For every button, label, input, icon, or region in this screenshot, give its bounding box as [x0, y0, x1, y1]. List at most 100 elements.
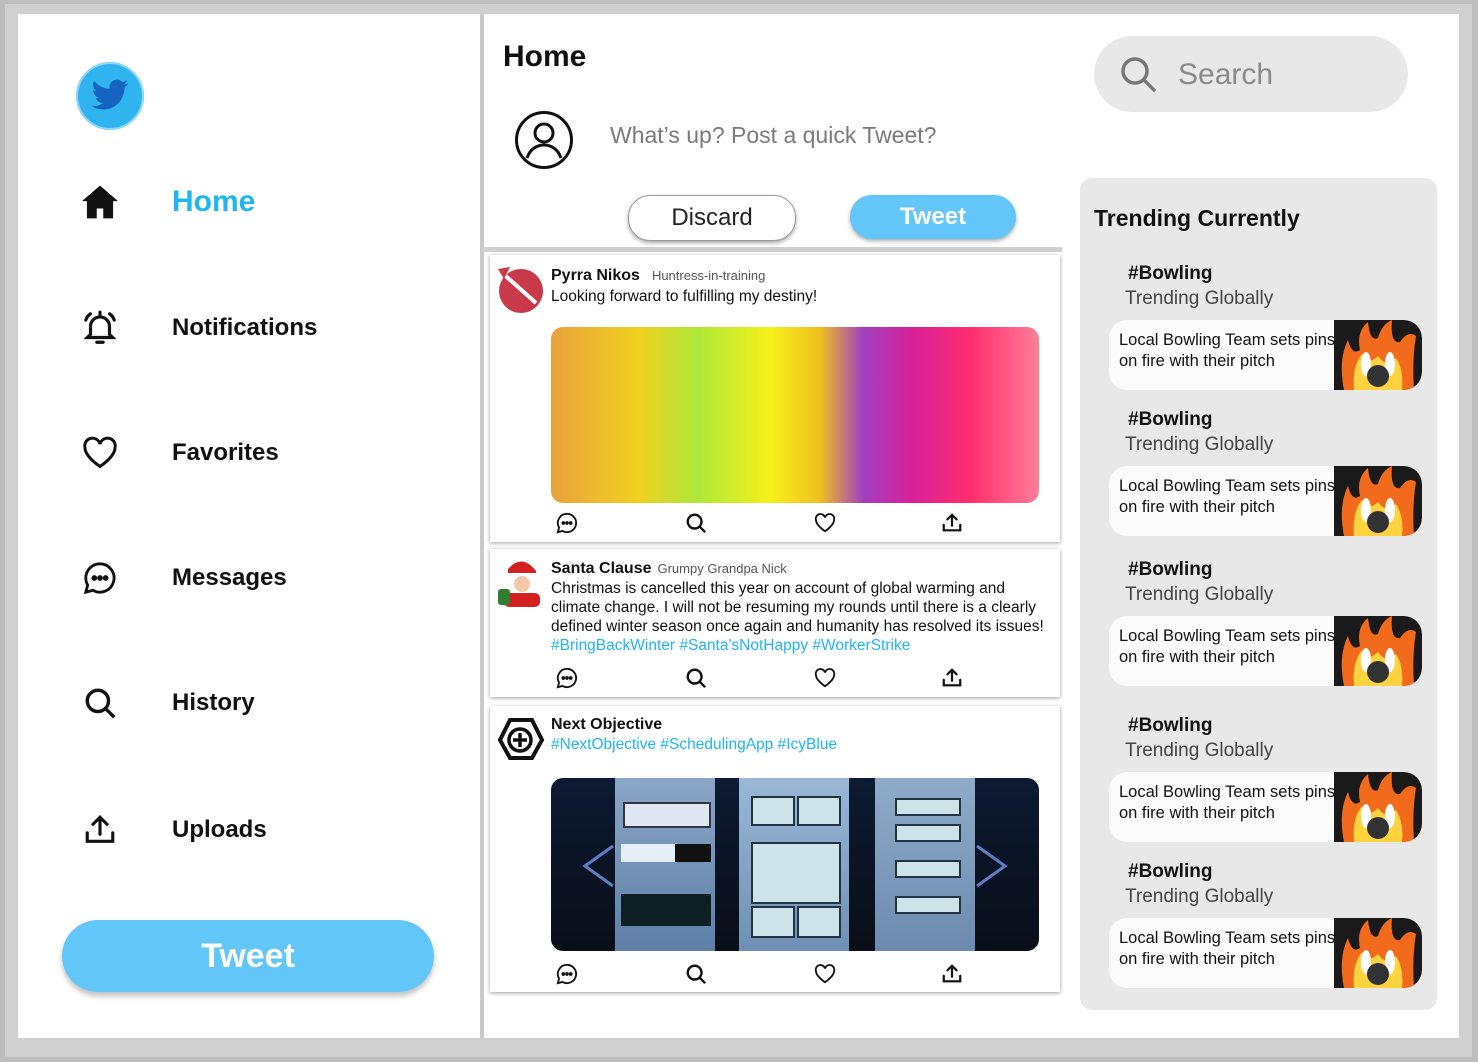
- app-card: [895, 798, 961, 816]
- app-card: [621, 894, 711, 926]
- post-handle: Huntress-in-training: [651, 268, 766, 283]
- post-actions: [551, 962, 971, 986]
- trending-panel: Trending Currently #Bowling Trending Glo…: [1080, 178, 1437, 1010]
- hashtag-list[interactable]: #NextObjective #SchedulingApp #IcyBlue: [551, 736, 837, 753]
- share-upload-icon[interactable]: [940, 666, 964, 690]
- share-upload-icon[interactable]: [940, 511, 964, 535]
- trend-sub: Trending Globally: [1125, 288, 1274, 309]
- post-author[interactable]: Pyrra Nikos Huntress-in-training: [551, 267, 765, 285]
- user-avatar-icon: [515, 111, 573, 169]
- app-card: [621, 844, 711, 862]
- sidebar-item-label: Home: [172, 185, 256, 218]
- post-text: Christmas is cancelled this year on acco…: [551, 580, 1044, 635]
- share-upload-icon[interactable]: [940, 962, 964, 986]
- trend-card[interactable]: Local Bowling Team sets pins on fire wit…: [1109, 616, 1422, 686]
- app-card: [895, 860, 961, 878]
- sidebar-item-notifications[interactable]: Notifications: [78, 304, 317, 352]
- trend-tag[interactable]: #Bowling: [1128, 861, 1212, 883]
- app-card: [751, 842, 841, 904]
- carousel-left-arrow-icon[interactable]: [581, 844, 615, 888]
- like-heart-icon[interactable]: [813, 962, 837, 986]
- flaming-bowling-pins-image: [1334, 466, 1422, 536]
- trend-headline: Local Bowling Team sets pins on fire wit…: [1119, 627, 1336, 666]
- sidebar-item-label: Uploads: [172, 816, 267, 843]
- sidebar-item-messages[interactable]: Messages: [78, 554, 287, 602]
- search-icon: [78, 681, 122, 725]
- tweet-button[interactable]: Tweet: [850, 195, 1016, 239]
- twitter-bird-icon[interactable]: [76, 62, 144, 130]
- flaming-bowling-pins-image: [1334, 616, 1422, 686]
- trending-title: Trending Currently: [1094, 205, 1300, 231]
- discard-button[interactable]: Discard: [628, 195, 796, 241]
- like-heart-icon[interactable]: [813, 666, 837, 690]
- home-icon: [78, 180, 122, 224]
- post-author-name[interactable]: Pyrra Nikos: [551, 267, 640, 284]
- santa-avatar[interactable]: [496, 557, 546, 607]
- page-title: Home: [503, 40, 587, 73]
- compose-divider: [482, 247, 1062, 252]
- post-author-name[interactable]: Next Objective: [551, 716, 662, 734]
- next-objective-logo-icon[interactable]: [496, 714, 546, 764]
- sidebar-item-history[interactable]: History: [78, 679, 255, 727]
- trend-headline: Local Bowling Team sets pins on fire wit…: [1119, 331, 1336, 370]
- search-icon[interactable]: [684, 511, 708, 535]
- like-heart-icon[interactable]: [813, 511, 837, 535]
- app-card: [797, 796, 841, 826]
- post-author[interactable]: Santa Clause Grumpy Grandpa Nick: [551, 560, 787, 578]
- main-feed: Home Discard Tweet Pyrra Nikos Huntress-i…: [482, 14, 1062, 1038]
- tweet-post[interactable]: Next Objective #NextObjective #Schedulin…: [490, 706, 1060, 992]
- trend-tag[interactable]: #Bowling: [1128, 263, 1212, 285]
- sidebar-item-label: Notifications: [172, 314, 318, 341]
- trend-tag[interactable]: #Bowling: [1128, 715, 1212, 737]
- trend-sub: Trending Globally: [1125, 434, 1274, 455]
- reply-icon[interactable]: [555, 511, 579, 535]
- trend-sub: Trending Globally: [1125, 886, 1274, 907]
- pyrra-avatar[interactable]: [496, 263, 546, 313]
- sidebar: Home Notifications Favorites Messages Hi…: [18, 14, 480, 1038]
- reply-icon[interactable]: [555, 962, 579, 986]
- sidebar-tweet-button[interactable]: Tweet: [62, 920, 434, 992]
- paint-explosion-image: [551, 327, 1039, 503]
- post-actions: [551, 666, 971, 690]
- tweet-post[interactable]: Santa Clause Grumpy Grandpa Nick Christma…: [490, 549, 1060, 697]
- trend-card[interactable]: Local Bowling Team sets pins on fire wit…: [1109, 772, 1422, 842]
- app-card: [751, 796, 795, 826]
- post-text-block: Christmas is cancelled this year on acco…: [551, 579, 1046, 655]
- sidebar-item-label: Favorites: [172, 439, 279, 466]
- compose-tweet-input[interactable]: [608, 114, 1032, 156]
- flaming-bowling-pins-image: [1334, 320, 1422, 390]
- post-image[interactable]: [551, 327, 1039, 503]
- sidebar-item-home[interactable]: Home: [78, 178, 255, 226]
- carousel-right-arrow-icon[interactable]: [975, 844, 1009, 888]
- post-author-name[interactable]: Santa Clause: [551, 560, 651, 577]
- app-card: [623, 802, 711, 828]
- trend-tag[interactable]: #Bowling: [1128, 409, 1212, 431]
- post-text: Looking forward to fulfilling my destiny…: [551, 288, 818, 305]
- search-icon[interactable]: [1118, 54, 1158, 94]
- trend-card[interactable]: Local Bowling Team sets pins on fire wit…: [1109, 918, 1422, 988]
- sidebar-item-uploads[interactable]: Uploads: [78, 806, 267, 854]
- search-input[interactable]: [1176, 54, 1400, 96]
- reply-icon[interactable]: [555, 666, 579, 690]
- chat-bubble-icon: [78, 556, 122, 600]
- search-icon[interactable]: [684, 666, 708, 690]
- search-icon[interactable]: [684, 962, 708, 986]
- tweet-post[interactable]: Pyrra Nikos Huntress-in-training Looking …: [490, 255, 1060, 542]
- post-hashtags[interactable]: #BringBackWinter #Santa'sNotHappy #Worke…: [551, 637, 910, 654]
- trend-tag[interactable]: #Bowling: [1128, 559, 1212, 581]
- sidebar-item-label: Messages: [172, 564, 287, 591]
- right-panel: Trending Currently #Bowling Trending Glo…: [1080, 14, 1459, 1038]
- trend-card[interactable]: Local Bowling Team sets pins on fire wit…: [1109, 320, 1422, 390]
- trend-card[interactable]: Local Bowling Team sets pins on fire wit…: [1109, 466, 1422, 536]
- app-card: [751, 906, 795, 938]
- trend-headline: Local Bowling Team sets pins on fire wit…: [1119, 929, 1336, 968]
- post-image[interactable]: [551, 778, 1039, 951]
- trend-sub: Trending Globally: [1125, 740, 1274, 761]
- search-bar[interactable]: [1094, 36, 1408, 112]
- bell-icon: [78, 306, 122, 350]
- post-hashtags[interactable]: #NextObjective #SchedulingApp #IcyBlue: [551, 735, 1046, 754]
- sidebar-item-favorites[interactable]: Favorites: [78, 429, 279, 477]
- app-card: [895, 896, 961, 914]
- post-actions: [551, 511, 971, 535]
- trend-headline: Local Bowling Team sets pins on fire wit…: [1119, 477, 1336, 516]
